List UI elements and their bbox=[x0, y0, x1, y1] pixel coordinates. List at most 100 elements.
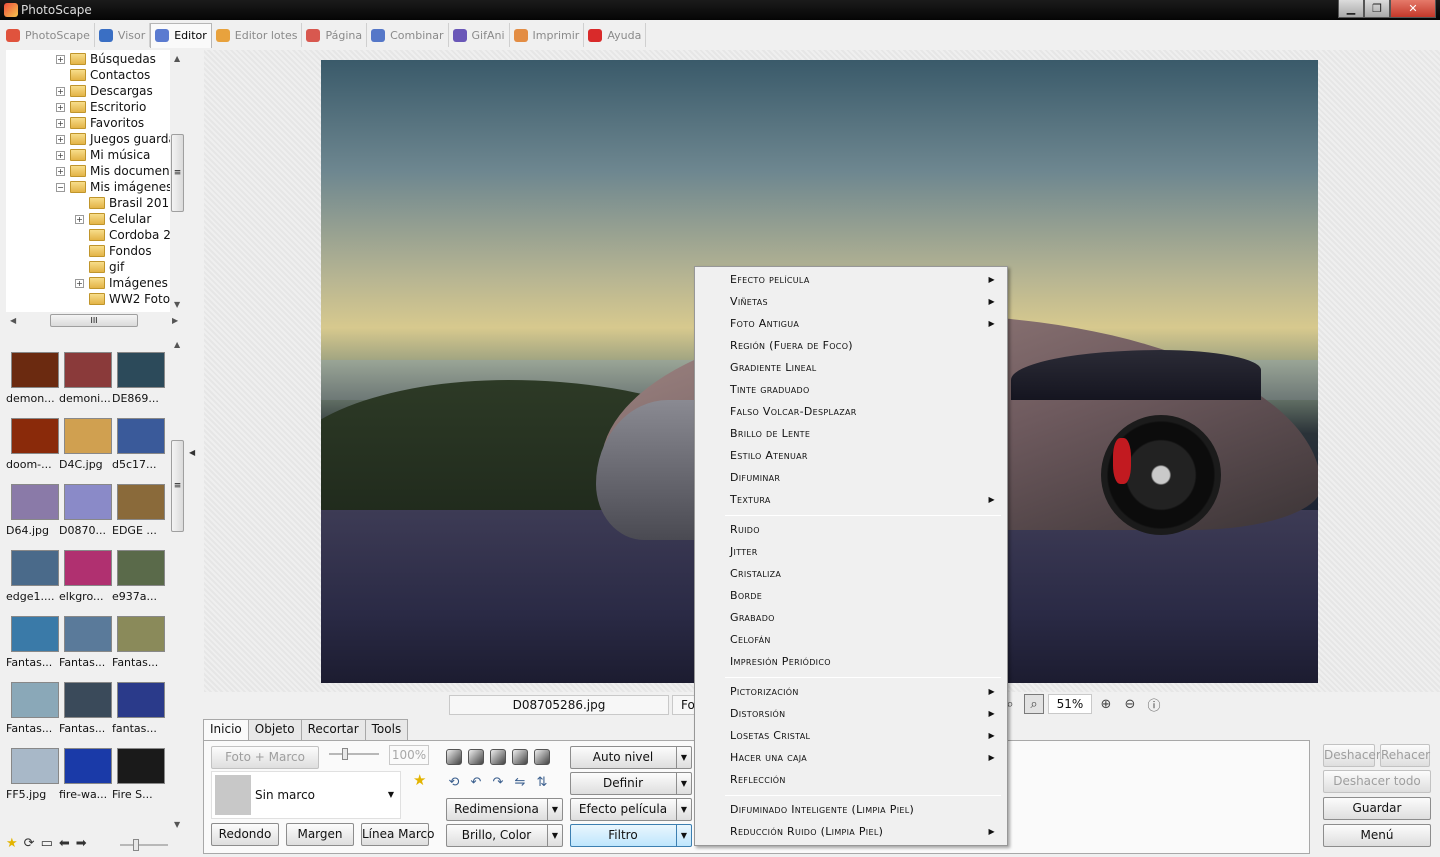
filter-menu-item[interactable]: Efecto película ▶ bbox=[697, 269, 1005, 291]
filter-menu-item[interactable]: Cristaliza bbox=[697, 563, 1005, 585]
tree-item[interactable]: − Mis imágenes bbox=[6, 179, 170, 195]
filter-menu-item[interactable]: Distorsión ▶ bbox=[697, 703, 1005, 725]
undo-button[interactable]: Deshacer bbox=[1323, 744, 1381, 767]
tree-item[interactable]: Brasil 2016 bbox=[6, 195, 170, 211]
frame-percent[interactable]: 100% bbox=[389, 745, 429, 765]
filter-menu-item[interactable]: Impresión Periódico bbox=[697, 651, 1005, 673]
scroll-down-arrow-icon[interactable]: ▼ bbox=[174, 820, 180, 829]
tree-item[interactable]: + Mi música bbox=[6, 147, 170, 163]
panel-tab[interactable]: Tools bbox=[364, 719, 409, 740]
tree-expander-icon[interactable]: + bbox=[75, 279, 84, 288]
folder-tree-hscrollbar[interactable]: ◀ III ▶ bbox=[6, 312, 184, 329]
thumbnail-size-slider[interactable] bbox=[120, 839, 168, 851]
flip-vertical-icon[interactable]: ⇅ bbox=[534, 775, 550, 791]
redo-button[interactable]: Rehacer bbox=[1380, 744, 1430, 767]
panel-tab[interactable]: Objeto bbox=[247, 719, 302, 740]
tab-print[interactable]: Imprimir bbox=[510, 23, 585, 47]
filter-menu-item[interactable]: Viñetas ▶ bbox=[697, 291, 1005, 313]
tree-item[interactable]: + Mis documento bbox=[6, 163, 170, 179]
thumbnail-item[interactable]: DE869... bbox=[112, 352, 165, 418]
filter-menu-item[interactable]: Difuminado Inteligente (Limpia Piel) bbox=[697, 799, 1005, 821]
tab-batch-editor[interactable]: Editor lotes bbox=[212, 23, 303, 47]
actual-size-zoom-icon[interactable]: ⌕ bbox=[1024, 694, 1044, 714]
tree-item[interactable]: Cordoba 20 bbox=[6, 227, 170, 243]
menu-button[interactable]: Menú bbox=[1323, 824, 1431, 847]
tab-editor[interactable]: Editor bbox=[150, 22, 212, 48]
close-button[interactable]: ✕ bbox=[1390, 0, 1436, 18]
flip-horizontal-icon[interactable]: ⇋ bbox=[512, 775, 528, 791]
tree-item[interactable]: WW2 Foto bbox=[6, 291, 170, 307]
thumbnail-item[interactable]: Fantas... bbox=[59, 682, 112, 748]
tab-combine[interactable]: Combinar bbox=[367, 23, 449, 47]
favorite-star-icon[interactable]: ★ bbox=[6, 836, 18, 851]
scroll-right-arrow-icon[interactable]: ▶ bbox=[172, 316, 178, 325]
back-arrow-icon[interactable]: ⬅ bbox=[59, 836, 70, 851]
thumbnail-item[interactable]: d5c17... bbox=[112, 418, 165, 484]
thumbnail-item[interactable]: fantas... bbox=[112, 682, 165, 748]
collapse-panel-arrow-icon[interactable]: ◀ bbox=[189, 448, 195, 457]
tree-item[interactable]: Fondos bbox=[6, 243, 170, 259]
filter-menu-item[interactable]: Borde bbox=[697, 585, 1005, 607]
margin-button[interactable]: Margen bbox=[286, 823, 354, 846]
brightness-color-button[interactable]: Brillo, Color ▼ bbox=[446, 824, 563, 847]
tree-expander-icon[interactable]: + bbox=[56, 55, 65, 64]
filter-menu-item[interactable]: Textura ▶ bbox=[697, 489, 1005, 511]
favorite-frame-star-icon[interactable]: ★ bbox=[413, 771, 426, 789]
thumbnail-item[interactable]: fire-wa... bbox=[59, 748, 112, 814]
maximize-button[interactable]: ❐ bbox=[1364, 0, 1390, 18]
filter-menu-item[interactable]: Ruido bbox=[697, 519, 1005, 541]
tree-expander-icon[interactable]: + bbox=[56, 167, 65, 176]
folder-tree-vscrollbar[interactable]: ▲ ≡ ▼ bbox=[170, 50, 185, 312]
chevron-down-icon[interactable]: ▼ bbox=[676, 825, 691, 846]
scroll-up-arrow-icon[interactable]: ▲ bbox=[174, 340, 180, 349]
scroll-thumb[interactable]: ≡ bbox=[171, 440, 184, 532]
refresh-icon[interactable]: ⟳ bbox=[24, 836, 35, 851]
filter-menu-item[interactable]: Región (Fuera de Foco) bbox=[697, 335, 1005, 357]
thumbnail-item[interactable]: D64.jpg bbox=[6, 484, 59, 550]
shape-preset-icon[interactable] bbox=[534, 749, 550, 765]
scroll-left-arrow-icon[interactable]: ◀ bbox=[10, 316, 16, 325]
rotate-left-icon[interactable]: ↶ bbox=[468, 775, 484, 791]
frame-select[interactable]: Sin marco ▼ bbox=[211, 771, 401, 819]
filter-menu-item[interactable]: Estilo Atenuar bbox=[697, 445, 1005, 467]
thumbnail-item[interactable]: Fantas... bbox=[112, 616, 165, 682]
save-button[interactable]: Guardar bbox=[1323, 797, 1431, 820]
thumbnail-item[interactable]: elkgro... bbox=[59, 550, 112, 616]
tree-item[interactable]: + Descargas bbox=[6, 83, 170, 99]
zoom-out-icon[interactable]: ⊖ bbox=[1120, 694, 1140, 714]
rotate-icon[interactable]: ⟲ bbox=[446, 775, 462, 791]
thumbnail-item[interactable]: D0870... bbox=[59, 484, 112, 550]
photo-frame-button[interactable]: Foto + Marco bbox=[211, 746, 319, 769]
tab-help[interactable]: Ayuda bbox=[584, 23, 647, 47]
minimize-button[interactable]: ▁ bbox=[1338, 0, 1364, 18]
tree-item[interactable]: gif bbox=[6, 259, 170, 275]
tree-item[interactable]: Contactos bbox=[6, 67, 170, 83]
tree-item[interactable]: + Favoritos bbox=[6, 115, 170, 131]
thumbnail-item[interactable]: demoni... bbox=[59, 352, 112, 418]
filter-menu-item[interactable]: Difuminar bbox=[697, 467, 1005, 489]
shape-preset-icon[interactable] bbox=[446, 749, 462, 765]
chevron-down-icon[interactable]: ▼ bbox=[676, 747, 691, 768]
resize-button[interactable]: Redimensiona ▼ bbox=[446, 798, 563, 821]
filter-menu-item[interactable]: Foto Antigua ▶ bbox=[697, 313, 1005, 335]
thumbnail-item[interactable]: EDGE ... bbox=[112, 484, 165, 550]
tree-item[interactable]: + Escritorio bbox=[6, 99, 170, 115]
filter-button[interactable]: Filtro ▼ bbox=[570, 824, 692, 847]
round-button[interactable]: Redondo bbox=[211, 823, 279, 846]
forward-arrow-icon[interactable]: ➡ bbox=[76, 836, 87, 851]
zoom-in-icon[interactable]: ⊕ bbox=[1096, 694, 1116, 714]
film-effect-button[interactable]: Efecto película ▼ bbox=[570, 798, 692, 821]
thumbnail-item[interactable]: edge1.... bbox=[6, 550, 59, 616]
tree-item[interactable]: + Imágenes bbox=[6, 275, 170, 291]
chevron-down-icon[interactable]: ▼ bbox=[676, 773, 691, 794]
hscroll-thumb[interactable]: III bbox=[50, 314, 138, 327]
filter-menu-item[interactable]: Losetas Cristal ▶ bbox=[697, 725, 1005, 747]
filter-menu-item[interactable]: Celofán bbox=[697, 629, 1005, 651]
thumbnail-item[interactable]: e937a... bbox=[112, 550, 165, 616]
tab-gifani[interactable]: GifAni bbox=[449, 23, 510, 47]
chevron-down-icon[interactable]: ▼ bbox=[676, 799, 691, 820]
panel-tab[interactable]: Inicio bbox=[203, 719, 249, 741]
open-folder-icon[interactable]: ▭ bbox=[41, 836, 53, 851]
frame-size-slider[interactable] bbox=[329, 748, 379, 760]
thumbnail-item[interactable]: demon... bbox=[6, 352, 59, 418]
